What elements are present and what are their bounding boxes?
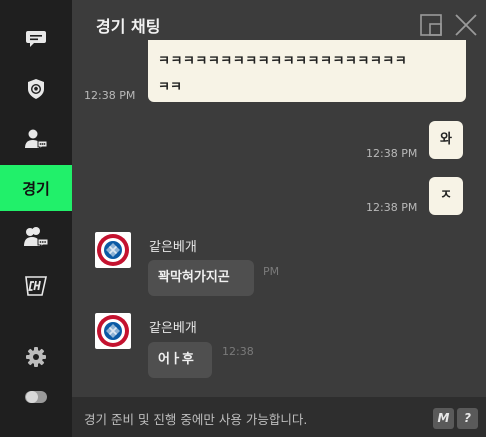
message-nickname[interactable]: 같은베개 [149, 236, 197, 255]
sidebar-item-match-label: 경기 [22, 179, 50, 198]
macro-button[interactable]: M [433, 408, 454, 429]
sidebar-item-friend-chat[interactable] [0, 116, 72, 162]
message-bubble: 와 [429, 121, 463, 159]
chat-bubble-icon [26, 31, 46, 47]
sidebar-item-ch[interactable] [0, 263, 72, 309]
sidebar-item-chat[interactable] [0, 16, 72, 62]
message-time: 12:38 PM [84, 89, 136, 102]
gear-icon [26, 347, 46, 367]
chat-disabled-notice: 경기 준비 및 진행 중에만 사용 가능합니다. [84, 412, 308, 427]
club-crest-icon [97, 315, 129, 347]
message-time: PM [263, 265, 280, 278]
avatar[interactable] [95, 313, 131, 349]
chat-footer: 경기 준비 및 진행 중에만 사용 가능합니다. M ? [72, 397, 486, 437]
sidebar-item-match[interactable]: 경기 [0, 165, 72, 211]
page-title: 경기 채팅 [96, 17, 161, 36]
message-text: 꽉막혀가지곤 [158, 270, 230, 285]
sidebar-item-group-chat[interactable] [0, 214, 72, 260]
message-bubble: ㅈ [429, 177, 463, 215]
close-icon [455, 14, 477, 36]
message-bubble: ㅋㅋㅋㅋㅋㅋㅋㅋㅋㅋㅋㅋㅋㅋㅋㅋㅋㅋㅋㅋ ㅋㅋ [148, 40, 466, 102]
match-chat-panel: 경기 채팅 12:38 PM ㅋㅋㅋㅋㅋㅋㅋㅋㅋㅋㅋㅋㅋㅋㅋㅋㅋㅋㅋㅋ ㅋㅋ 1… [72, 0, 486, 437]
popout-button[interactable] [418, 12, 444, 38]
user-chat-icon [25, 129, 48, 150]
message-text-line2: ㅋㅋ [158, 80, 182, 95]
message-nickname[interactable]: 같은베개 [149, 317, 197, 336]
group-chat-icon [24, 227, 49, 248]
message-text: ㅋㅋㅋㅋㅋㅋㅋㅋㅋㅋㅋㅋㅋㅋㅋㅋㅋㅋㅋㅋ [158, 54, 408, 69]
toggle-icon [25, 391, 47, 403]
message-text: 어ㅏ후 [158, 352, 194, 367]
message-time: 12:38 [222, 345, 254, 358]
popout-icon [420, 14, 442, 36]
sidebar-item-toggle[interactable] [0, 374, 72, 420]
message-time: 12:38 PM [366, 147, 418, 160]
avatar[interactable] [95, 232, 131, 268]
shield-ball-icon [28, 79, 44, 99]
message-bubble: 어ㅏ후 [148, 342, 212, 378]
message-list[interactable]: 12:38 PM ㅋㅋㅋㅋㅋㅋㅋㅋㅋㅋㅋㅋㅋㅋㅋㅋㅋㅋㅋㅋ ㅋㅋ 12:38 P… [72, 40, 486, 397]
sidebar-item-club[interactable] [0, 66, 72, 112]
help-button[interactable]: ? [457, 408, 478, 429]
club-crest-icon [97, 234, 129, 266]
message-time: 12:38 PM [366, 201, 418, 214]
message-bubble: 꽉막혀가지곤 [148, 260, 254, 296]
message-text: ㅈ [440, 188, 452, 203]
sidebar: 경기 [0, 0, 72, 437]
message-text: 와 [440, 132, 452, 147]
close-button[interactable] [453, 12, 479, 38]
ch-logo-icon [25, 276, 47, 296]
